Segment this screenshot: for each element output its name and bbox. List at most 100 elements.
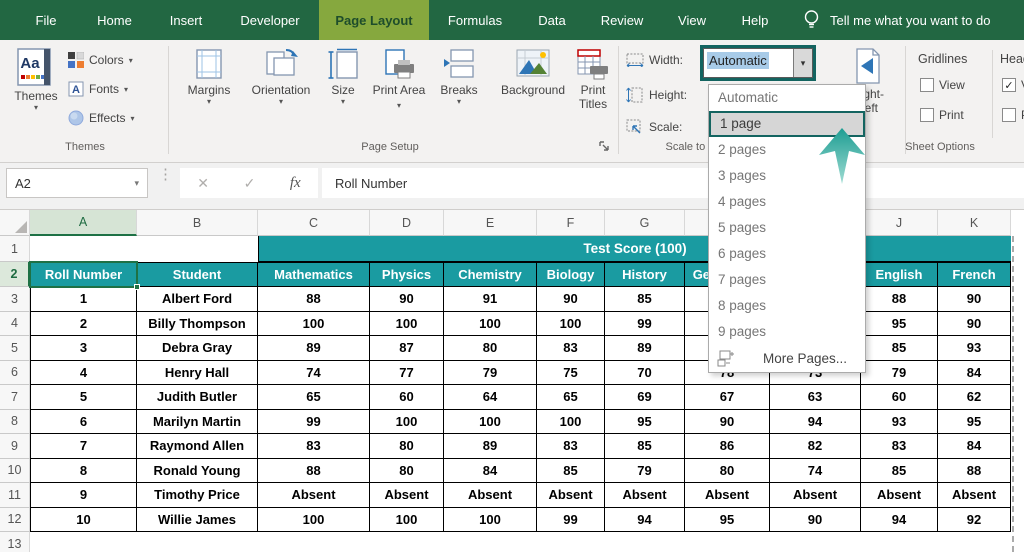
cell-F12[interactable]: 99 <box>537 507 605 532</box>
column-header-J[interactable]: J <box>861 210 938 236</box>
cell-A3[interactable]: 1 <box>30 287 137 312</box>
cell-K10[interactable]: 88 <box>938 458 1011 483</box>
tab-page-layout[interactable]: Page Layout <box>319 0 429 40</box>
breaks-button[interactable]: Breaks ▾ <box>434 48 484 106</box>
cell-A2[interactable]: Roll Number <box>30 262 137 287</box>
tab-formulas[interactable]: Formulas <box>429 0 521 40</box>
tab-view[interactable]: View <box>661 0 723 40</box>
cell-A11[interactable]: 9 <box>30 483 137 508</box>
cell-D8[interactable]: 100 <box>370 409 444 434</box>
dropdown-item-6-pages[interactable]: 6 pages <box>709 241 865 267</box>
cell-K7[interactable]: 62 <box>938 385 1011 410</box>
cell-A12[interactable]: 10 <box>30 507 137 532</box>
row-header-7[interactable]: 7 <box>0 385 30 410</box>
cell-K5[interactable]: 93 <box>938 336 1011 361</box>
cell-A4[interactable]: 2 <box>30 311 137 336</box>
tab-home[interactable]: Home <box>78 0 151 40</box>
cell-J12[interactable]: 94 <box>861 507 938 532</box>
column-header-G[interactable]: G <box>605 210 685 236</box>
cell-D3[interactable]: 90 <box>370 287 444 312</box>
more-pages-item[interactable]: More Pages... <box>709 345 865 372</box>
cell-J3[interactable]: 88 <box>861 287 938 312</box>
cell-G5[interactable]: 89 <box>605 336 685 361</box>
cell-C8[interactable]: 99 <box>258 409 370 434</box>
cell-C6[interactable]: 74 <box>258 360 370 385</box>
margins-button[interactable]: Margins ▾ <box>178 48 240 106</box>
themes-button[interactable]: Aa Themes ▾ <box>10 48 62 112</box>
cell-C5[interactable]: 89 <box>258 336 370 361</box>
cell-J11[interactable]: Absent <box>861 483 938 508</box>
size-button[interactable]: Size ▾ <box>320 48 366 106</box>
name-box-dropdown-icon[interactable]: ▾ <box>134 178 139 189</box>
cell-I12[interactable]: 90 <box>770 507 861 532</box>
cell-F7[interactable]: 65 <box>537 385 605 410</box>
dropdown-item-9-pages[interactable]: 9 pages <box>709 319 865 345</box>
cell-E7[interactable]: 64 <box>444 385 537 410</box>
checkbox-icon[interactable] <box>1002 78 1016 92</box>
enter-icon[interactable]: ✓ <box>244 175 256 192</box>
cell-D4[interactable]: 100 <box>370 311 444 336</box>
tab-file[interactable]: File <box>14 0 78 40</box>
row-header-12[interactable]: 12 <box>0 507 30 532</box>
cell-K8[interactable]: 95 <box>938 409 1011 434</box>
cell-J7[interactable]: 60 <box>861 385 938 410</box>
dropdown-item-automatic[interactable]: Automatic <box>709 85 865 111</box>
cell-C3[interactable]: 88 <box>258 287 370 312</box>
fonts-button[interactable]: A Fonts ▾ <box>68 81 128 97</box>
cell-D7[interactable]: 60 <box>370 385 444 410</box>
cell-K11[interactable]: Absent <box>938 483 1011 508</box>
tab-help[interactable]: Help <box>723 0 787 40</box>
cell-C7[interactable]: 65 <box>258 385 370 410</box>
cell-G6[interactable]: 70 <box>605 360 685 385</box>
cell-B11[interactable]: Timothy Price <box>137 483 258 508</box>
cell-C11[interactable]: Absent <box>258 483 370 508</box>
cell-D9[interactable]: 80 <box>370 434 444 459</box>
cell-B2[interactable]: Student <box>137 262 258 287</box>
headings-print-checkbox[interactable]: Print <box>1002 108 1024 122</box>
cell-I10[interactable]: 74 <box>770 458 861 483</box>
cell-J5[interactable]: 85 <box>861 336 938 361</box>
cell-G4[interactable]: 99 <box>605 311 685 336</box>
checkbox-icon[interactable] <box>1002 108 1016 122</box>
cell-B12[interactable]: Willie James <box>137 507 258 532</box>
cell-A9[interactable]: 7 <box>30 434 137 459</box>
cell-D11[interactable]: Absent <box>370 483 444 508</box>
cell-G8[interactable]: 95 <box>605 409 685 434</box>
cell-E6[interactable]: 79 <box>444 360 537 385</box>
cell-D2[interactable]: Physics <box>370 262 444 287</box>
cell-E4[interactable]: 100 <box>444 311 537 336</box>
background-button[interactable]: Background <box>488 48 578 97</box>
cell-A10[interactable]: 8 <box>30 458 137 483</box>
row-header-4[interactable]: 4 <box>0 311 30 336</box>
checkbox-icon[interactable] <box>920 78 934 92</box>
cell-B9[interactable]: Raymond Allen <box>137 434 258 459</box>
row-header-13[interactable]: 13 <box>0 532 30 552</box>
column-header-F[interactable]: F <box>537 210 605 236</box>
cell-F5[interactable]: 83 <box>537 336 605 361</box>
cell-F4[interactable]: 100 <box>537 311 605 336</box>
row-header-9[interactable]: 9 <box>0 434 30 459</box>
dropdown-item-7-pages[interactable]: 7 pages <box>709 267 865 293</box>
column-header-B[interactable]: B <box>137 210 258 236</box>
cell-B7[interactable]: Judith Butler <box>137 385 258 410</box>
formula-bar-grip[interactable]: ⋮ <box>158 167 173 182</box>
cell-H10[interactable]: 80 <box>685 458 770 483</box>
tell-me-box[interactable]: Tell me what you want to do <box>803 0 990 40</box>
row-header-2[interactable]: 2 <box>0 262 30 287</box>
width-combobox[interactable]: Automatic ▾ <box>703 48 813 78</box>
column-header-K[interactable]: K <box>938 210 1011 236</box>
row-header-8[interactable]: 8 <box>0 409 30 434</box>
cell-C10[interactable]: 88 <box>258 458 370 483</box>
print-area-button[interactable]: Print Area ▾ <box>370 48 428 111</box>
cell-E12[interactable]: 100 <box>444 507 537 532</box>
cell-B4[interactable]: Billy Thompson <box>137 311 258 336</box>
cell-F9[interactable]: 83 <box>537 434 605 459</box>
cell-A5[interactable]: 3 <box>30 336 137 361</box>
cell-E9[interactable]: 89 <box>444 434 537 459</box>
cell-B3[interactable]: Albert Ford <box>137 287 258 312</box>
row-header-11[interactable]: 11 <box>0 483 30 508</box>
cell-H7[interactable]: 67 <box>685 385 770 410</box>
cell-G2[interactable]: History <box>605 262 685 287</box>
cell-E2[interactable]: Chemistry <box>444 262 537 287</box>
cell-J8[interactable]: 93 <box>861 409 938 434</box>
